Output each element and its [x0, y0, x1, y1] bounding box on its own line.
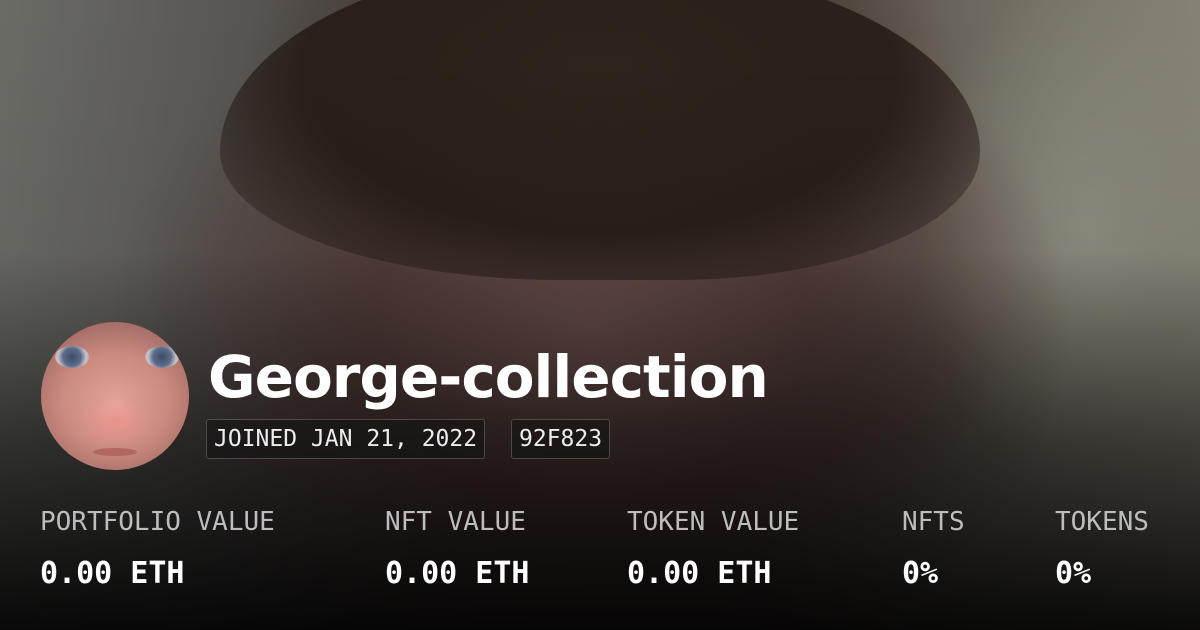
stat-label: NFT VALUE	[385, 507, 526, 537]
stat-label: TOKENS	[1055, 507, 1149, 537]
stat-tokens: TOKENS 0%	[1055, 507, 1149, 591]
profile-share-card: George-collection JOINED JAN 21, 2022 92…	[0, 0, 1200, 630]
stat-label: PORTFOLIO VALUE	[40, 507, 275, 537]
address-badge: 92F823	[511, 419, 611, 459]
stat-value: 0.00 ETH	[627, 556, 772, 591]
stat-portfolio-value: PORTFOLIO VALUE 0.00 ETH	[40, 507, 275, 591]
stat-token-value: TOKEN VALUE 0.00 ETH	[627, 507, 799, 591]
stat-value: 0.00 ETH	[40, 556, 185, 591]
stat-label: NFTS	[902, 507, 965, 537]
stat-value: 0%	[902, 556, 939, 591]
avatar	[41, 322, 189, 470]
stat-value: 0.00 ETH	[385, 556, 530, 591]
stat-value: 0%	[1055, 556, 1092, 591]
avatar-mouth	[93, 448, 137, 456]
joined-date-badge: JOINED JAN 21, 2022	[206, 419, 486, 459]
stat-nft-value: NFT VALUE 0.00 ETH	[385, 507, 530, 591]
avatar-eye-left	[55, 346, 89, 368]
stat-nfts: NFTS 0%	[902, 507, 965, 591]
stat-label: TOKEN VALUE	[627, 507, 800, 537]
profile-name: George-collection	[208, 343, 769, 411]
avatar-eye-right	[145, 346, 179, 368]
